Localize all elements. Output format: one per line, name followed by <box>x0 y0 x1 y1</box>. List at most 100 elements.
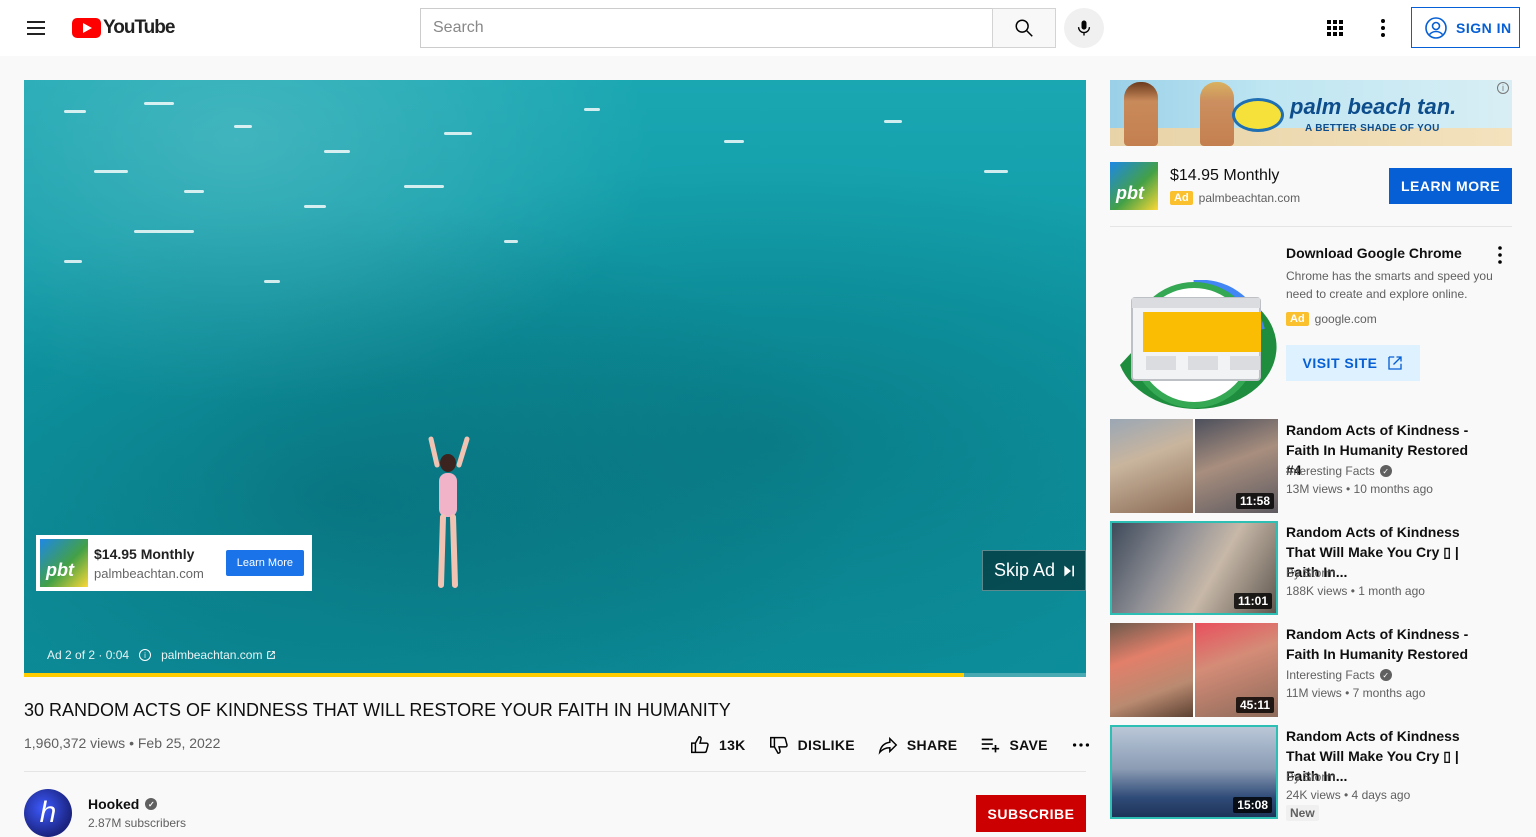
masthead: YouTube SIGN IN <box>0 0 1536 56</box>
search-button[interactable] <box>992 8 1056 48</box>
share-label: SHARE <box>906 737 958 753</box>
dislike-button[interactable]: DISLIKE <box>768 734 855 756</box>
ad-progress-fill <box>24 673 964 677</box>
ad-progress-bar[interactable] <box>24 673 1086 677</box>
recommended-video-meta: 11M views • 7 months ago <box>1286 686 1426 700</box>
video-duration: 11:58 <box>1235 493 1274 509</box>
pbt-logo-icon: pbt <box>1110 162 1158 210</box>
menu-icon[interactable] <box>24 16 48 40</box>
recommended-video[interactable]: 45:11 Random Acts of Kindness - Faith In… <box>1110 623 1512 717</box>
channel-avatar[interactable]: h <box>24 789 72 837</box>
channel-name-text: Hooked <box>88 796 140 812</box>
thumbs-down-icon <box>769 736 788 754</box>
banner-tagline: A BETTER SHADE OF YOU <box>1305 123 1440 134</box>
chrome-ad-description: Chrome has the smarts and speed you need… <box>1286 269 1493 301</box>
video-title: 30 RANDOM ACTS OF KINDNESS THAT WILL RES… <box>24 700 731 720</box>
overlay-ad-title: $14.95 Monthly <box>94 545 195 562</box>
video-duration: 11:01 <box>1233 593 1272 609</box>
share-icon <box>878 736 898 755</box>
logo-text: YouTube <box>103 17 175 38</box>
playlist-add-icon <box>982 738 1000 753</box>
video-thumbnail: 11:58 <box>1110 419 1278 513</box>
account-icon <box>1425 16 1447 39</box>
like-count: 13K <box>719 737 746 753</box>
more-actions-button[interactable] <box>1070 734 1092 756</box>
apps-icon[interactable] <box>1323 16 1347 40</box>
pbt-logo-icon: pbt <box>40 539 88 587</box>
new-badge: New <box>1286 805 1319 821</box>
swimmer-figure <box>428 436 470 588</box>
youtube-play-icon <box>72 18 101 38</box>
palm-logo-icon <box>1232 98 1284 132</box>
external-link-icon <box>267 651 276 659</box>
ad-badge: Ad <box>1286 312 1309 326</box>
recommended-channel-name: By Storm <box>1286 770 1336 784</box>
sign-in-button[interactable]: SIGN IN <box>1411 7 1520 48</box>
more-vert-icon[interactable] <box>1371 16 1395 40</box>
external-link-icon <box>1387 356 1402 370</box>
search-input[interactable] <box>421 9 993 47</box>
banner-model <box>1200 82 1234 146</box>
recommended-channel: Interesting Facts ✓ <box>1286 464 1392 478</box>
recommended-video-title: Random Acts of Kindness - Faith In Human… <box>1286 626 1469 662</box>
subscribe-button[interactable]: SUBSCRIBE <box>976 795 1086 832</box>
video-thumbnail: 11:01 <box>1110 521 1278 615</box>
banner-ad[interactable]: palm beach tan. A BETTER SHADE OF YOU <box>1110 80 1512 146</box>
video-thumbnail: 45:11 <box>1110 623 1278 717</box>
ad-status: Ad 2 of 2 · 0:04 <box>47 648 130 662</box>
recommended-video[interactable]: 11:58 Random Acts of Kindness - Faith In… <box>1110 419 1512 513</box>
search-icon <box>1015 19 1033 37</box>
visit-site-button[interactable]: VISIT SITE <box>1286 345 1420 381</box>
skip-ad-label: Skip Ad <box>994 560 1056 580</box>
search-box <box>420 8 993 48</box>
divider <box>1110 226 1512 227</box>
overlay-ad-domain: palmbeachtan.com <box>94 565 204 581</box>
like-button[interactable]: 13K <box>689 734 746 756</box>
subscriber-count: 2.87M subscribers <box>88 816 187 830</box>
chrome-ad-image[interactable] <box>1110 280 1278 410</box>
avatar-letter: h <box>39 796 57 829</box>
dislike-label: DISLIKE <box>797 737 855 753</box>
save-label: SAVE <box>1009 737 1048 753</box>
mic-icon <box>1077 20 1091 36</box>
thumbs-up-icon <box>691 736 709 754</box>
save-button[interactable]: SAVE <box>979 734 1047 756</box>
visit-site-label: VISIT SITE <box>1302 355 1378 371</box>
video-actions: 13K DISLIKE SHARE SAVE <box>689 733 1114 757</box>
recommended-video-meta: 24K views • 4 days ago <box>1286 788 1411 802</box>
view-count-date: 1,960,372 views • Feb 25, 2022 <box>24 735 221 751</box>
recommended-channel-name: By Storm <box>1286 566 1336 580</box>
video-duration: 45:11 <box>1235 697 1274 713</box>
recommended-channel: Interesting Facts ✓ <box>1286 668 1392 682</box>
overlay-learn-more-button[interactable]: Learn More <box>225 550 304 576</box>
ad-info-icon[interactable]: i <box>1497 82 1509 94</box>
recommended-video[interactable]: 11:01 Random Acts of Kindness That Will … <box>1110 521 1512 615</box>
recommended-channel: By Storm <box>1286 770 1335 784</box>
channel-name[interactable]: Hooked ✓ <box>88 796 158 812</box>
divider <box>24 771 1086 772</box>
more-vert-icon[interactable] <box>1488 245 1512 265</box>
chrome-ad-title[interactable]: Download Google Chrome <box>1286 245 1462 261</box>
ad-domain-link[interactable]: palmbeachtan.com <box>161 648 262 662</box>
youtube-logo[interactable]: YouTube <box>72 17 175 39</box>
voice-search-button[interactable] <box>1064 8 1104 48</box>
sign-in-label: SIGN IN <box>1456 19 1512 36</box>
banner-model <box>1124 82 1158 146</box>
companion-domain: palmbeachtan.com <box>1198 191 1301 205</box>
pbt-logo-text: pbt <box>1116 183 1144 203</box>
video-thumbnail: 15:08 <box>1110 725 1278 819</box>
share-button[interactable]: SHARE <box>877 734 958 756</box>
companion-ad[interactable]: pbt $14.95 Monthly Ad palmbeachtan.com L… <box>1110 162 1512 210</box>
recommended-channel: By Storm <box>1286 566 1335 580</box>
info-icon[interactable]: i <box>139 649 152 661</box>
overlay-ad[interactable]: pbt $14.95 Monthly palmbeachtan.com Lear… <box>36 535 312 591</box>
video-player[interactable]: pbt $14.95 Monthly palmbeachtan.com Lear… <box>24 80 1086 677</box>
recommended-channel-name: Interesting Facts <box>1286 464 1375 478</box>
pbt-logo-text: pbt <box>46 560 74 580</box>
verified-icon: ✓ <box>1379 669 1392 681</box>
skip-ad-button[interactable]: Skip Ad <box>982 550 1086 591</box>
skip-next-icon <box>1064 565 1075 576</box>
chrome-ad-domain: google.com <box>1314 312 1377 326</box>
learn-more-button[interactable]: LEARN MORE <box>1389 168 1512 204</box>
verified-icon: ✓ <box>1379 465 1392 477</box>
